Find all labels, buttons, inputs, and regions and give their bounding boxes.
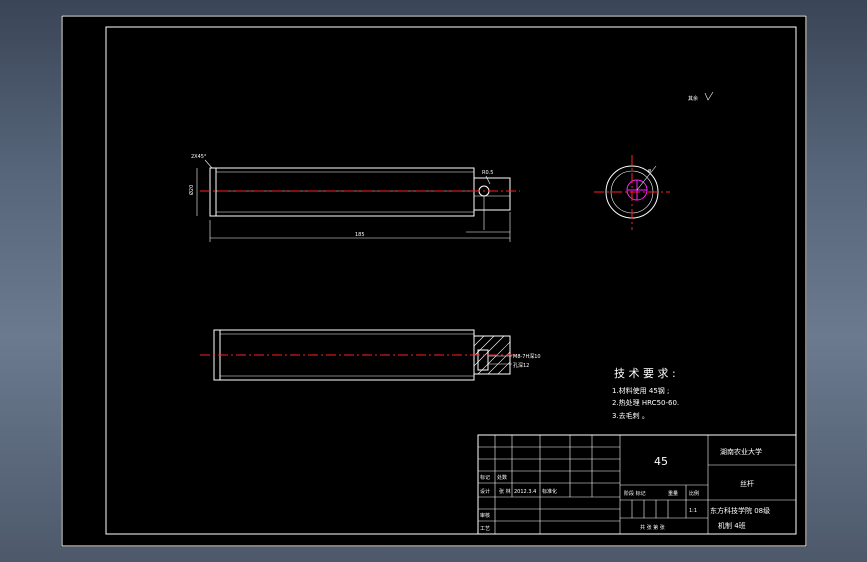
roughness-note: 其余 — [688, 95, 698, 102]
tech-req-item-1: 1.材料使用 45钢 ; — [612, 386, 669, 395]
label-count: 处数 — [497, 474, 507, 481]
label-weight: 重量 — [668, 490, 678, 497]
label-review: 审核 — [480, 512, 490, 519]
diameter-dim-text: Ø20 — [188, 185, 195, 195]
label-ratio: 比例 — [689, 490, 699, 497]
thread-note-1: M8-7H深10 — [513, 353, 541, 360]
label-process: 工艺 — [480, 526, 490, 532]
label-sheets: 共 张 第 张 — [640, 524, 665, 531]
label-name: 张 林 — [499, 488, 511, 495]
tech-req-item-2: 2.热处理 HRC50-60. — [612, 398, 679, 407]
drawing-paper — [61, 15, 807, 547]
chamfer-label: 2X45° — [191, 154, 207, 160]
tech-req-title: 技 术 要 求 : — [614, 367, 676, 380]
material-text: 45 — [654, 455, 668, 468]
tech-req-item-3: 3.去毛刺 。 — [612, 411, 649, 420]
label-mark: 标记 — [480, 474, 490, 481]
thread-note-2: 孔深12 — [513, 362, 529, 369]
label-stage: 阶段 标记 — [624, 490, 646, 497]
label-date: 2012.3.4 — [514, 489, 536, 495]
length-dim-text: 185 — [355, 232, 365, 238]
college-line-2: 机制 4班 — [718, 521, 746, 530]
part-name-text: 丝杆 — [740, 479, 754, 488]
college-line-1: 东方科技学院 08级 — [710, 506, 770, 515]
svg-text:ø: ø — [648, 168, 651, 174]
cad-drawing-sheet: 其余 Ø20 2X45° R0.5 185 ø M8-7H深10 孔深12 技 … — [61, 15, 807, 547]
radius-label: R0.5 — [482, 170, 493, 176]
label-standard: 标准化 — [542, 488, 557, 495]
university-text: 湖南农业大学 — [720, 447, 762, 456]
scale-text: 1:1 — [689, 508, 697, 514]
label-design: 设计 — [480, 488, 490, 495]
